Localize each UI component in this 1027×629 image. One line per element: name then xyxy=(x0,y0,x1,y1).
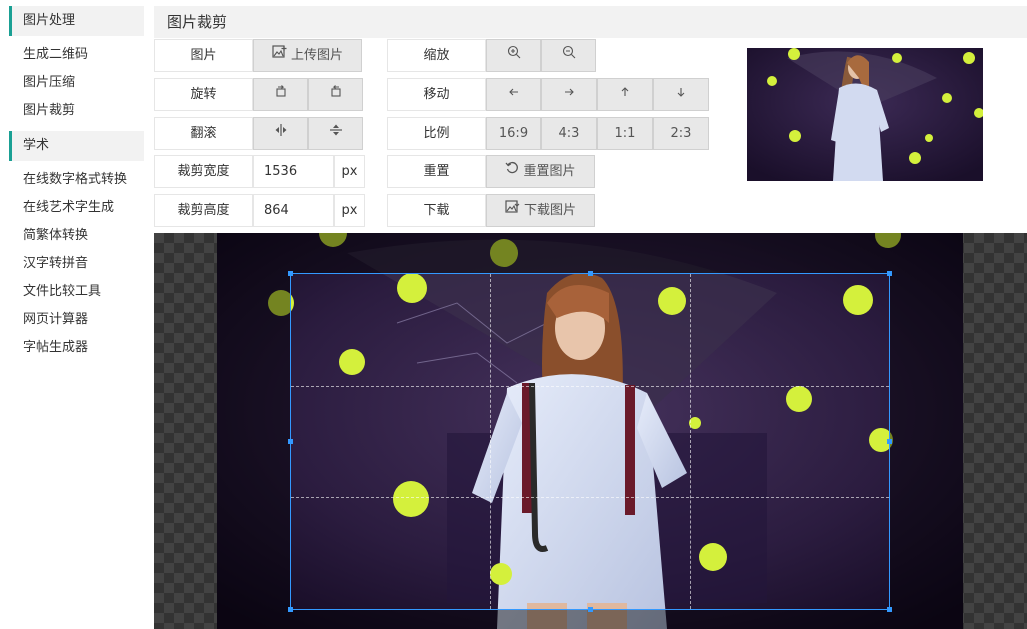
download-label: 下载 xyxy=(387,194,486,227)
zoom-in-icon xyxy=(507,40,521,71)
zoom-label: 缩放 xyxy=(387,39,486,72)
sidebar-item-qrcode[interactable]: 生成二维码 xyxy=(23,45,88,65)
sidebar-item-trad-simp[interactable]: 简繁体转换 xyxy=(23,226,88,246)
flip-vertical-icon xyxy=(329,118,343,149)
crop-handle-bottom[interactable] xyxy=(588,607,593,612)
sidebar-item-art-font[interactable]: 在线艺术字生成 xyxy=(23,198,114,218)
ratio-label: 比例 xyxy=(387,117,486,150)
download-button-label: 下载图片 xyxy=(523,203,576,218)
crop-handle-right[interactable] xyxy=(887,439,892,444)
crop-handle-bottom-left[interactable] xyxy=(288,607,293,612)
crop-grid-line-vertical xyxy=(689,274,691,609)
sidebar-item-calculator[interactable]: 网页计算器 xyxy=(23,310,88,330)
ratio-16-9-button[interactable]: 16:9 xyxy=(486,117,541,150)
sidebar-item-file-compare[interactable]: 文件比较工具 xyxy=(23,282,101,302)
image-upload-icon xyxy=(272,40,287,71)
arrow-left-icon xyxy=(508,79,520,110)
crop-grid-line-horizontal xyxy=(291,385,889,387)
image-download-icon xyxy=(505,195,520,226)
sidebar-item-number-format[interactable]: 在线数字格式转换 xyxy=(23,170,127,190)
crop-width-label: 裁剪宽度 xyxy=(154,155,253,188)
rotate-right-icon xyxy=(329,79,343,110)
zoom-in-button[interactable] xyxy=(486,39,541,72)
crop-height-unit: px xyxy=(334,194,365,227)
sidebar-item-pinyin[interactable]: 汉字转拼音 xyxy=(23,254,88,274)
flip-horizontal-button[interactable] xyxy=(253,117,308,150)
rotate-left-icon xyxy=(274,79,288,110)
crop-height-label: 裁剪高度 xyxy=(154,194,253,227)
ratio-4-3-button[interactable]: 4:3 xyxy=(541,117,597,150)
move-right-button[interactable] xyxy=(541,78,597,111)
reset-button[interactable]: 重置图片 xyxy=(486,155,595,188)
sidebar-item-copybook[interactable]: 字帖生成器 xyxy=(23,338,88,358)
move-left-button[interactable] xyxy=(486,78,541,111)
crop-handle-top-right[interactable] xyxy=(887,271,892,276)
arrow-right-icon xyxy=(563,79,575,110)
arrow-up-icon xyxy=(619,79,631,110)
upload-button[interactable]: 上传图片 xyxy=(253,39,362,72)
reset-button-label: 重置图片 xyxy=(523,164,576,179)
crop-canvas[interactable] xyxy=(154,233,1027,629)
crop-handle-bottom-right[interactable] xyxy=(887,607,892,612)
rotate-left-button[interactable] xyxy=(253,78,308,111)
sidebar-item-compress[interactable]: 图片压缩 xyxy=(23,73,75,93)
download-button[interactable]: 下载图片 xyxy=(486,194,595,227)
ratio-1-1-button[interactable]: 1:1 xyxy=(597,117,653,150)
rotate-right-button[interactable] xyxy=(308,78,363,111)
crop-height-input[interactable]: 864 xyxy=(253,194,334,227)
flip-horizontal-icon xyxy=(274,118,288,149)
crop-width-unit: px xyxy=(334,155,365,188)
flip-vertical-button[interactable] xyxy=(308,117,363,150)
sidebar-section-image[interactable]: 图片处理 xyxy=(9,6,144,36)
arrow-down-icon xyxy=(675,79,687,110)
preview-image xyxy=(747,48,983,181)
ratio-2-3-button[interactable]: 2:3 xyxy=(653,117,709,150)
crop-handle-top-left[interactable] xyxy=(288,271,293,276)
crop-handle-left[interactable] xyxy=(288,439,293,444)
crop-handle-top[interactable] xyxy=(588,271,593,276)
crop-grid-line-vertical xyxy=(490,274,492,609)
flip-label: 翻滚 xyxy=(154,117,253,150)
crop-grid-line-horizontal xyxy=(291,497,889,499)
move-down-button[interactable] xyxy=(653,78,709,111)
image-label: 图片 xyxy=(154,39,253,72)
crop-preview xyxy=(747,48,983,181)
upload-button-label: 上传图片 xyxy=(290,48,343,63)
reset-icon xyxy=(505,156,519,187)
sidebar: 图片处理 生成二维码 图片压缩 图片裁剪 学术 在线数字格式转换 在线艺术字生成… xyxy=(0,0,145,629)
rotate-label: 旋转 xyxy=(154,78,253,111)
crop-width-input[interactable]: 1536 xyxy=(253,155,334,188)
move-up-button[interactable] xyxy=(597,78,653,111)
zoom-out-icon xyxy=(562,40,576,71)
reset-label: 重置 xyxy=(387,155,486,188)
crop-selection-box[interactable] xyxy=(288,271,892,612)
sidebar-section-academic[interactable]: 学术 xyxy=(9,131,144,161)
page-title: 图片裁剪 xyxy=(154,6,1027,38)
zoom-out-button[interactable] xyxy=(541,39,596,72)
move-label: 移动 xyxy=(387,78,486,111)
sidebar-item-crop[interactable]: 图片裁剪 xyxy=(23,101,75,121)
